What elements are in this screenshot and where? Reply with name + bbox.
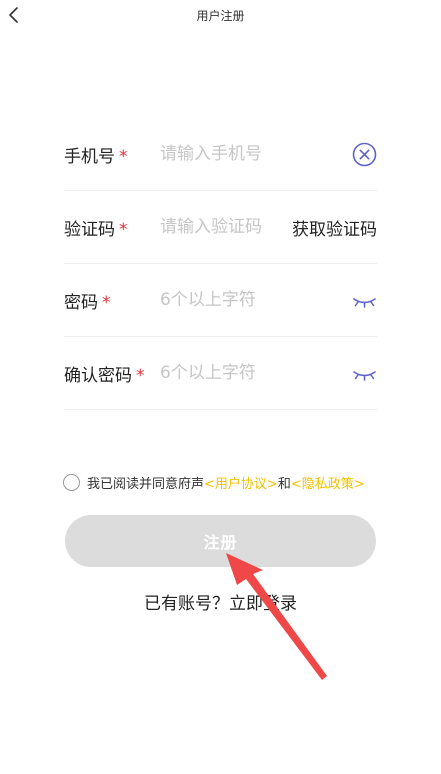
required-mark: * bbox=[119, 147, 128, 167]
required-mark: * bbox=[119, 220, 128, 240]
clear-icon[interactable] bbox=[352, 142, 377, 167]
confirm-password-input[interactable] bbox=[160, 359, 340, 387]
agreement-radio[interactable] bbox=[63, 474, 80, 491]
eye-closed-icon[interactable] bbox=[352, 294, 377, 308]
confirm-password-label: 确认密码 * bbox=[64, 366, 145, 386]
code-label: 验证码 * bbox=[64, 220, 128, 240]
page-title: 用户注册 bbox=[196, 9, 245, 23]
phone-row: 手机号 * bbox=[64, 118, 377, 191]
password-row: 密码 * bbox=[64, 264, 377, 337]
eye-closed-icon[interactable] bbox=[352, 367, 377, 381]
agreement-text: 我已阅读并同意府声<用户协议>和<隐私政策> bbox=[87, 477, 365, 492]
register-button[interactable]: 注册 bbox=[65, 515, 376, 567]
phone-input[interactable] bbox=[160, 140, 340, 168]
register-form: 手机号* 验证码* 获取验证码 密码* 确认密码* bbox=[64, 118, 377, 410]
code-input[interactable] bbox=[160, 213, 280, 241]
phone-label: 手机号 * bbox=[64, 147, 128, 167]
required-mark: * bbox=[136, 366, 145, 386]
privacy-policy-link[interactable]: <隐私政策> bbox=[291, 477, 365, 492]
required-mark: * bbox=[102, 293, 111, 313]
login-link[interactable]: 已有账号？立即登录 bbox=[0, 589, 441, 614]
code-row: 验证码* 获取验证码 bbox=[64, 191, 377, 264]
annotation-arrow-shape bbox=[226, 553, 327, 680]
password-label: 密码 * bbox=[64, 293, 111, 313]
get-code-button[interactable]: 获取验证码 bbox=[292, 215, 377, 240]
confirm-password-row: 确认密码 * bbox=[64, 337, 377, 410]
user-agreement-link[interactable]: <用户协议> bbox=[204, 477, 278, 492]
header-bar: 用户注册 bbox=[0, 0, 441, 32]
password-input[interactable] bbox=[160, 286, 340, 314]
